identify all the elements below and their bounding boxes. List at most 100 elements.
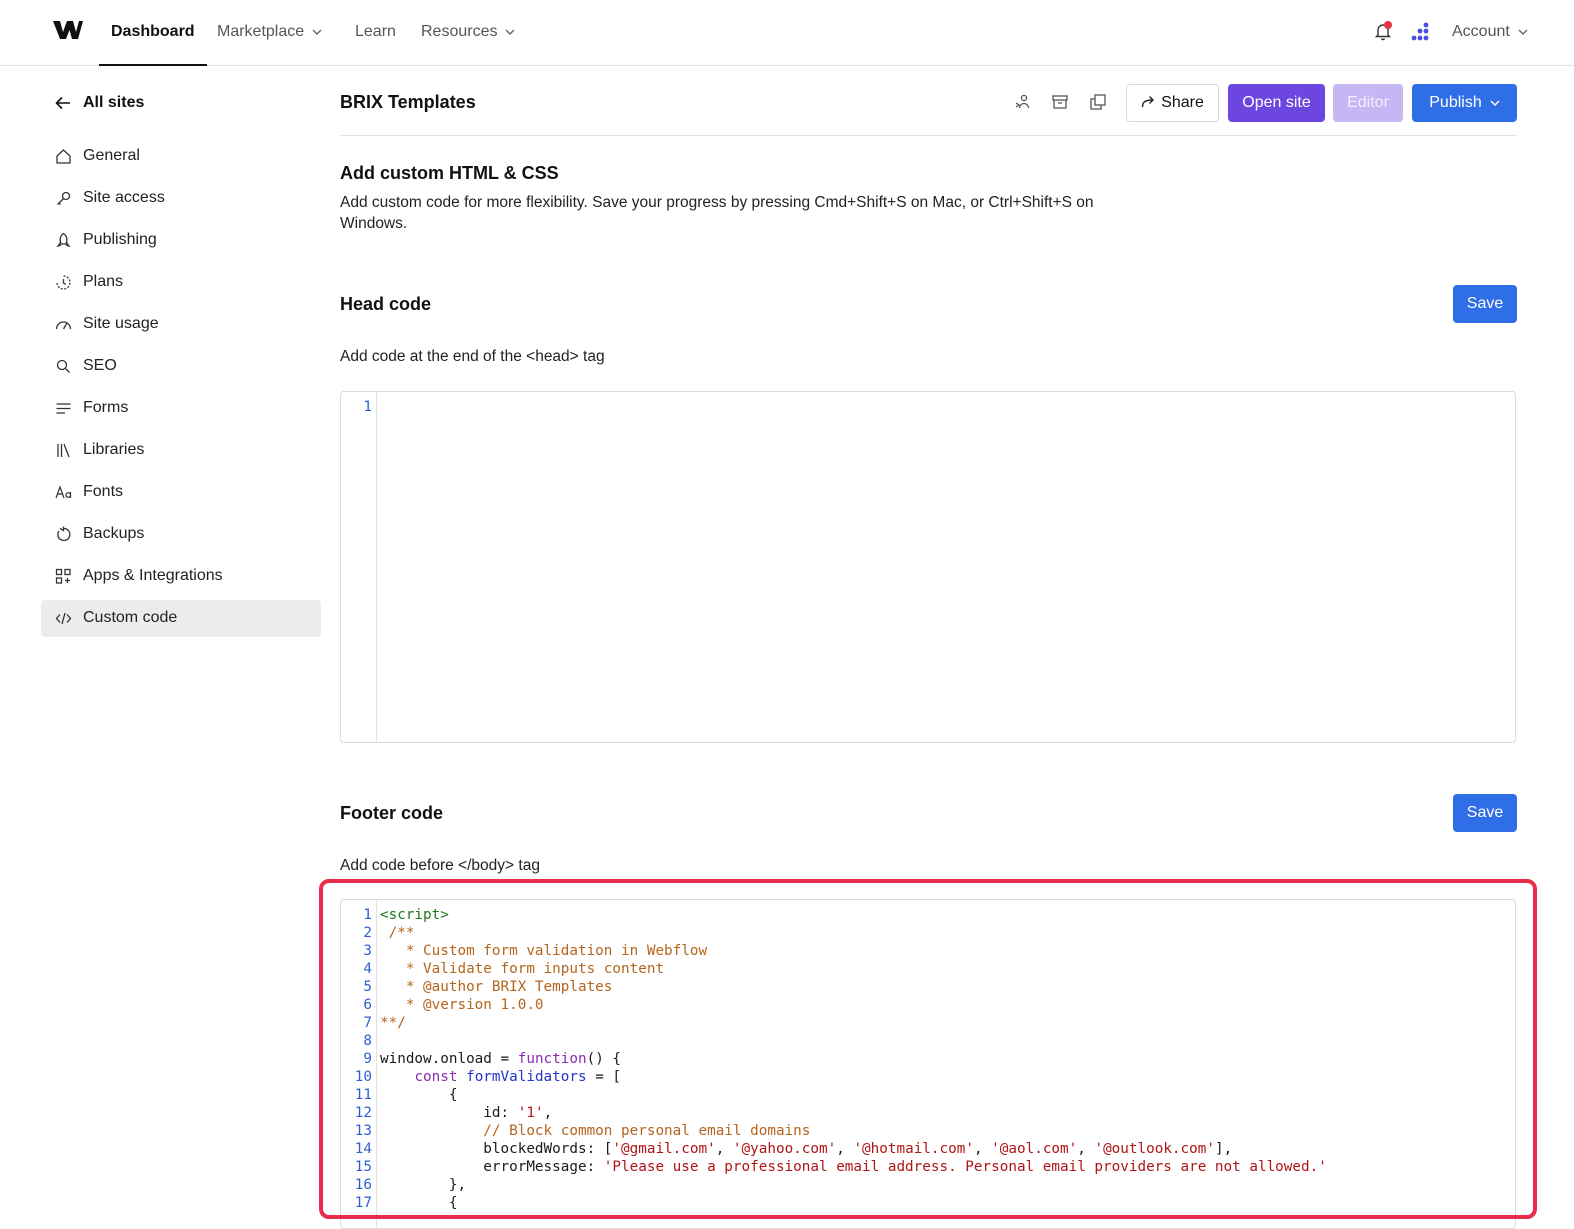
- transfer-site-icon[interactable]: [1014, 93, 1032, 111]
- sidebar-item-label: Custom code: [83, 609, 178, 626]
- footer-code-description: Add code before </body> tag: [340, 857, 540, 874]
- code-line: * @version 1.0.0: [380, 996, 544, 1014]
- sidebar-item-backups[interactable]: Backups: [41, 516, 321, 553]
- line-number: 12: [354, 1105, 372, 1121]
- sidebar-item-fonts[interactable]: Fonts: [41, 474, 321, 511]
- sidebar-item-site-usage[interactable]: Site usage: [41, 306, 321, 343]
- all-sites-label: All sites: [83, 94, 145, 111]
- code-token: = [: [586, 1069, 622, 1085]
- sidebar-item-publishing[interactable]: Publishing: [41, 222, 321, 259]
- code-token: ,: [836, 1141, 854, 1157]
- chevron-down-icon: [1518, 29, 1528, 35]
- code-token: /**: [380, 925, 415, 941]
- code-token: errorMessage:: [380, 1159, 604, 1175]
- webflow-logo-icon[interactable]: [52, 19, 84, 41]
- code-line: // Block common personal email domains: [380, 1122, 810, 1140]
- code-token: () {: [586, 1051, 622, 1067]
- account-label: Account: [1452, 23, 1510, 40]
- code-line: window.onload = function() {: [380, 1050, 621, 1068]
- footer-code-save-button[interactable]: Save: [1453, 794, 1517, 832]
- sidebar-item-label: Fonts: [83, 483, 124, 500]
- code-token: * @author BRIX Templates: [380, 979, 613, 995]
- sidebar-item-general[interactable]: General: [41, 138, 321, 175]
- archive-icon[interactable]: [1051, 93, 1069, 111]
- footer-code-editor[interactable]: 1 <script> 2 /** 3 * Custom form validation…: [340, 899, 1516, 1229]
- arrow-left-icon: [55, 96, 70, 110]
- home-icon: [56, 149, 71, 164]
- nav-resources[interactable]: Resources: [421, 0, 515, 65]
- code-line: * Custom form validation in Webflow: [380, 942, 707, 960]
- share-label: Share: [1161, 94, 1204, 111]
- sidebar-item-site-access[interactable]: Site access: [41, 180, 321, 217]
- code-token: },: [380, 1177, 467, 1193]
- sidebar-item-label: SEO: [83, 357, 117, 374]
- sidebar-item-label: Site access: [83, 189, 165, 206]
- nav-dashboard[interactable]: Dashboard: [99, 0, 207, 66]
- chevron-down-icon: [312, 29, 322, 35]
- sidebar-item-seo[interactable]: SEO: [41, 348, 321, 385]
- sidebar-item-label: Libraries: [83, 441, 145, 458]
- head-code-save-button[interactable]: Save: [1453, 285, 1517, 323]
- open-site-button[interactable]: Open site: [1228, 84, 1325, 122]
- code-token: '@hotmail.com': [853, 1141, 974, 1157]
- notification-dot: [1384, 21, 1392, 29]
- code-icon: [55, 612, 72, 625]
- code-line: * @author BRIX Templates: [380, 978, 613, 996]
- code-token: '1': [517, 1105, 544, 1121]
- sidebar-item-label: Publishing: [83, 231, 157, 248]
- sidebar-item-plans[interactable]: Plans: [41, 264, 321, 301]
- sidebar-item-label: Backups: [83, 525, 145, 542]
- code-token: id:: [380, 1105, 518, 1121]
- intro-title: Add custom HTML & CSS: [340, 163, 559, 183]
- code-token: ,: [1077, 1141, 1095, 1157]
- code-token: // Block common personal email domains: [380, 1123, 811, 1139]
- line-number: 1: [363, 399, 372, 415]
- share-button[interactable]: Share: [1126, 84, 1219, 122]
- line-number: 9: [363, 1051, 372, 1067]
- line-number: 17: [354, 1195, 372, 1211]
- head-code-description: Add code at the end of the <head> tag: [340, 348, 605, 365]
- line-number: 5: [363, 979, 372, 995]
- sidebar-item-label: Apps & Integrations: [83, 567, 223, 584]
- top-navigation: Dashboard Marketplace Learn Resources Ac…: [0, 0, 1574, 66]
- line-number: 3: [363, 943, 372, 959]
- code-token: * Validate form inputs content: [380, 961, 665, 977]
- duplicate-icon[interactable]: [1089, 93, 1107, 111]
- code-token: const: [414, 1069, 458, 1085]
- sidebar-item-label: Plans: [83, 273, 124, 290]
- search-icon: [56, 359, 70, 373]
- gauge-icon: [55, 321, 72, 330]
- line-number: 13: [354, 1123, 372, 1139]
- save-label: Save: [1466, 804, 1504, 821]
- line-number: 16: [354, 1177, 372, 1193]
- site-title: BRIX Templates: [340, 92, 476, 112]
- code-token: function: [517, 1051, 587, 1067]
- chevron-down-icon: [505, 29, 515, 35]
- sidebar-item-forms[interactable]: Forms: [41, 390, 321, 427]
- head-code-editor[interactable]: 1: [340, 391, 1516, 743]
- sidebar-item-libraries[interactable]: Libraries: [41, 432, 321, 469]
- chevron-down-icon: [1490, 100, 1500, 106]
- save-label: Save: [1466, 295, 1504, 312]
- line-number: 11: [354, 1087, 372, 1103]
- publish-button[interactable]: Publish: [1412, 84, 1517, 122]
- apps-integrations-icon: [55, 568, 71, 584]
- line-number: 15: [354, 1159, 372, 1175]
- libraries-icon: [57, 443, 70, 458]
- code-line: **/: [380, 1014, 406, 1032]
- nav-marketplace-label: Marketplace: [217, 23, 305, 40]
- nav-resources-label: Resources: [421, 23, 498, 40]
- code-token: '@aol.com': [991, 1141, 1078, 1157]
- nav-learn[interactable]: Learn: [355, 0, 396, 65]
- apps-grid-icon[interactable]: [1410, 22, 1432, 42]
- editor-button[interactable]: Editor: [1333, 84, 1403, 122]
- sidebar-item-custom-code[interactable]: Custom code: [41, 600, 321, 637]
- nav-marketplace[interactable]: Marketplace: [217, 0, 322, 65]
- sidebar-item-apps-integrations[interactable]: Apps & Integrations: [41, 558, 321, 595]
- backup-icon: [57, 526, 71, 542]
- code-token: ,: [973, 1141, 992, 1157]
- account-menu[interactable]: Account: [1452, 0, 1528, 65]
- code-token: ,: [715, 1141, 733, 1157]
- code-token: {: [380, 1195, 458, 1211]
- sidebar-item-label: General: [83, 147, 140, 164]
